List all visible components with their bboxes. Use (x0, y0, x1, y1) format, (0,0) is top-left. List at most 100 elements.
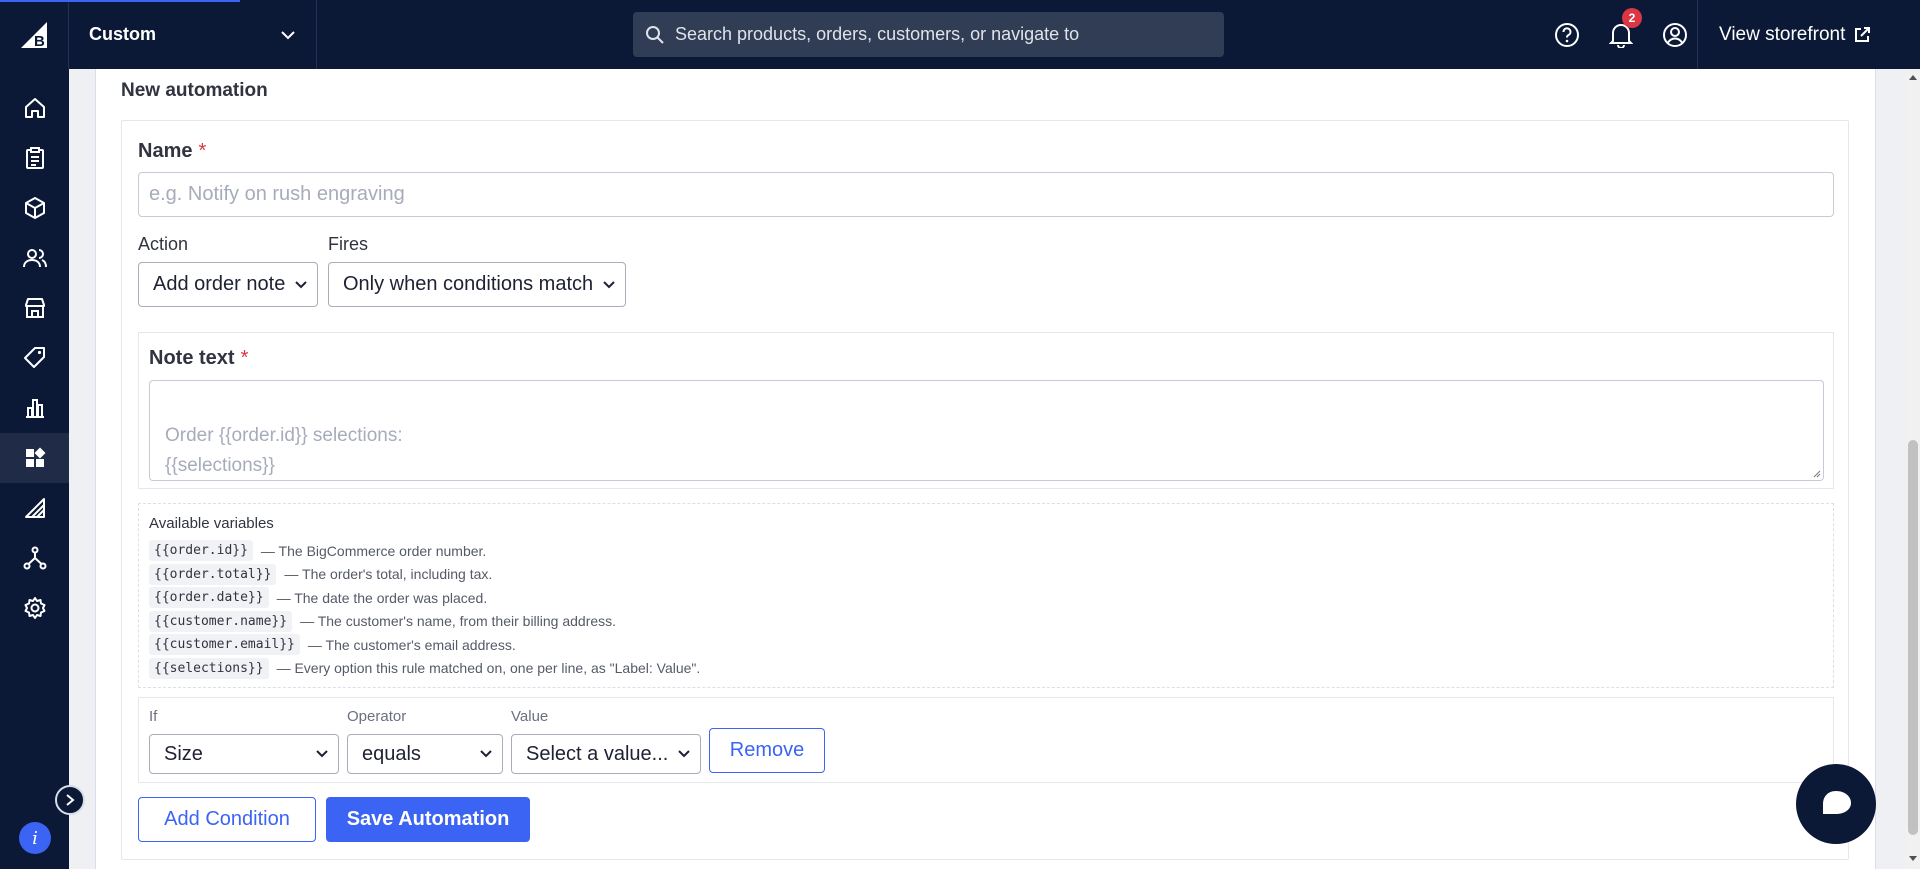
chat-icon (1823, 791, 1851, 814)
user-circle-icon (1663, 22, 1687, 47)
if-select[interactable]: Size (149, 734, 339, 774)
value-label: Value (511, 708, 549, 725)
store-switcher[interactable]: Custom (69, 0, 317, 69)
operator-value: equals (362, 742, 421, 765)
chevron-down-icon (480, 750, 492, 758)
channels-icon (24, 498, 45, 518)
customers-icon (22, 249, 47, 268)
info-button[interactable]: i (19, 822, 51, 854)
variable-code: {{order.date}} (149, 587, 269, 609)
variable-code: {{selections}} (149, 657, 269, 679)
expand-sidebar-button[interactable] (55, 785, 85, 815)
fires-label: Fires (328, 234, 368, 254)
fires-select[interactable]: Only when conditions match (328, 262, 626, 307)
operator-label: Operator (347, 708, 407, 725)
scrollbar-thumb[interactable] (1908, 440, 1918, 835)
chevron-down-icon (603, 280, 615, 288)
note-label-text: Note text (149, 347, 235, 369)
apps-icon (25, 447, 45, 467)
sidebar-item-customers[interactable] (0, 233, 69, 283)
marketing-icon (23, 347, 45, 368)
chevron-down-icon (281, 30, 295, 39)
action-label: Action (138, 234, 189, 254)
main-content: New automation Name * e.g. Notify on rush… (69, 69, 1906, 869)
name-label-text: Name (138, 140, 193, 162)
condition-row: If Size Operator equals Value Select a v… (138, 697, 1834, 783)
operator-select[interactable]: equals (347, 734, 503, 774)
name-label: Name * (138, 140, 206, 163)
analytics-icon (25, 399, 44, 418)
chevron-down-icon (316, 750, 328, 758)
sidebar-item-integrations[interactable] (0, 533, 69, 583)
sidebar-item-storefront[interactable] (0, 283, 69, 333)
variable-desc: — The order's total, including tax. (284, 566, 493, 583)
remove-condition-button[interactable]: Remove (709, 728, 825, 773)
notifications-button[interactable]: 2 (1594, 0, 1648, 69)
home-icon (24, 98, 45, 118)
help-button[interactable] (1540, 0, 1594, 69)
page-scrollbar[interactable] (1906, 69, 1920, 869)
automation-form: Name * e.g. Notify on rush engraving Acti… (121, 120, 1849, 860)
search-placeholder: Search products, orders, customers, or n… (675, 24, 1080, 44)
variable-row: {{order.id}} — The BigCommerce order numb… (149, 539, 1823, 563)
required-mark: * (198, 140, 207, 162)
sidebar-item-apps[interactable] (0, 433, 69, 483)
variable-desc: — The customer's email address. (307, 636, 516, 653)
variable-desc: — The customer's name, from their billin… (300, 613, 617, 630)
variable-row: {{customer.email}} — The customer's email… (149, 633, 1823, 657)
note-textarea[interactable]: Order {{order.id}} selections: {{selecti… (149, 380, 1824, 481)
action-select[interactable]: Add order note (138, 262, 318, 307)
scroll-down-arrow-icon[interactable] (1908, 855, 1918, 863)
variable-code: {{order.total}} (149, 563, 277, 585)
help-icon (1555, 22, 1579, 47)
variable-row: {{order.date}} — The date the order was p… (149, 586, 1823, 610)
chevron-down-icon (678, 750, 690, 758)
card-title: New automation (121, 80, 268, 101)
loading-indicator (0, 0, 240, 2)
storefront-icon (24, 298, 45, 318)
variable-row: {{selections}} — Every option this rule m… (149, 657, 1823, 681)
if-value: Size (164, 742, 203, 765)
chat-launcher-button[interactable] (1796, 764, 1876, 844)
sidebar-item-channels[interactable] (0, 483, 69, 533)
sidebar-item-orders[interactable] (0, 133, 69, 183)
value-select[interactable]: Select a value... (511, 734, 701, 774)
variable-desc: — Every option this rule matched on, one… (276, 660, 701, 677)
view-storefront-link[interactable]: View storefront (1697, 0, 1920, 69)
chevron-down-icon (295, 280, 307, 288)
global-search[interactable]: Search products, orders, customers, or n… (633, 12, 1224, 57)
note-placeholder: Order {{order.id}} selections: {{selecti… (165, 425, 403, 476)
sidebar-item-products[interactable] (0, 183, 69, 233)
action-value: Add order note (153, 273, 286, 295)
settings-icon (24, 597, 45, 619)
sidebar-item-settings[interactable] (0, 583, 69, 633)
integrations-icon (23, 546, 46, 570)
fires-value: Only when conditions match (343, 273, 594, 295)
variable-row: {{order.total}} — The order's total, incl… (149, 563, 1823, 587)
bigcommerce-logo[interactable]: B (0, 0, 69, 69)
variable-row: {{customer.name}} — The customer's name, … (149, 610, 1823, 634)
variable-code: {{order.id}} (149, 540, 253, 562)
variable-code: {{customer.name}} (149, 610, 293, 632)
chevron-right-icon (66, 794, 75, 806)
sidebar-item-home[interactable] (0, 83, 69, 133)
account-button[interactable] (1648, 0, 1702, 69)
note-section: Note text * Order {{order.id}} selections… (138, 332, 1834, 489)
note-label: Note text * (149, 347, 248, 370)
save-automation-button[interactable]: Save Automation (326, 797, 530, 842)
variable-desc: — The BigCommerce order number. (260, 542, 487, 559)
add-condition-button[interactable]: Add Condition (138, 797, 316, 842)
external-link-icon (1855, 26, 1871, 42)
bigcommerce-logo-icon: B (21, 21, 47, 50)
view-storefront-label: View storefront (1719, 23, 1846, 45)
if-label: If (149, 708, 158, 725)
scroll-up-arrow-icon[interactable] (1908, 73, 1918, 81)
name-input[interactable]: e.g. Notify on rush engraving (138, 172, 1834, 217)
sidebar-item-marketing[interactable] (0, 333, 69, 383)
sidebar-item-analytics[interactable] (0, 383, 69, 433)
products-icon (24, 197, 45, 219)
top-bar: B Custom Search products, orders, custom… (0, 0, 1920, 69)
resize-handle-icon[interactable] (1811, 468, 1821, 478)
name-placeholder: e.g. Notify on rush engraving (149, 183, 405, 205)
search-icon (646, 25, 664, 44)
